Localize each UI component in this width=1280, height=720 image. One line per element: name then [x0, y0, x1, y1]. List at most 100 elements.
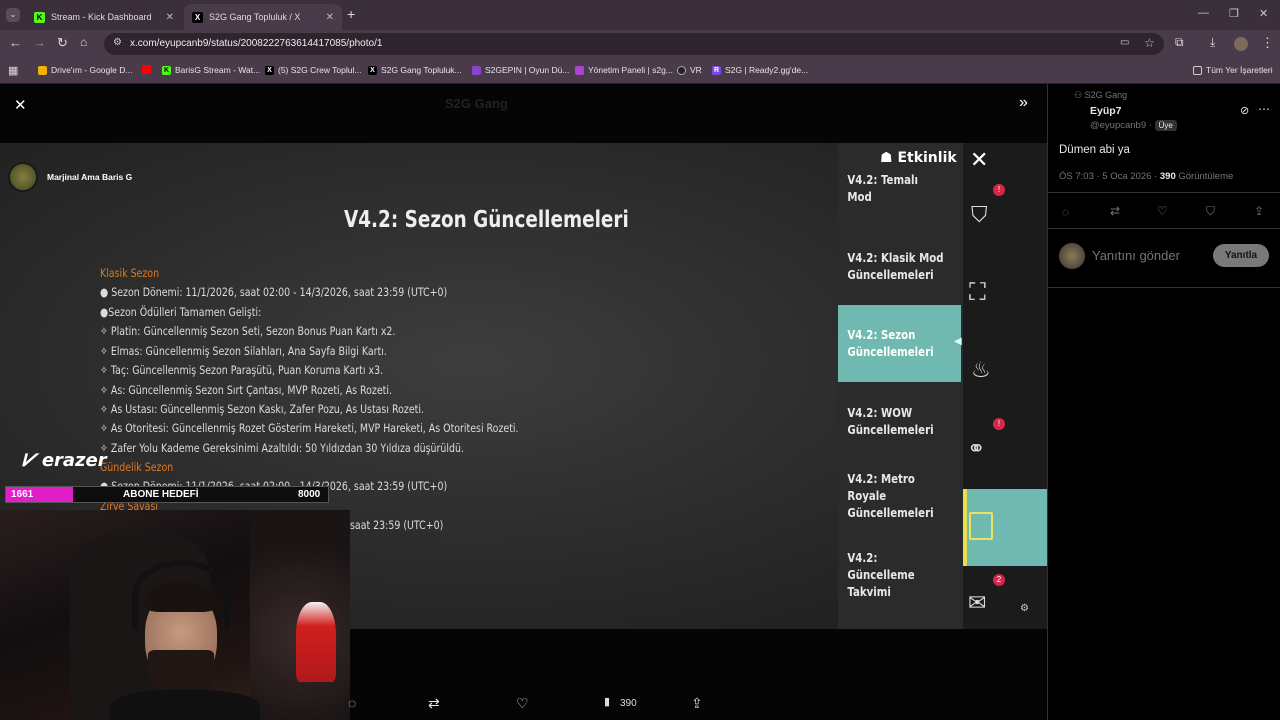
viewer-avatar: [1059, 243, 1085, 269]
home-icon[interactable]: ⌂: [80, 35, 87, 49]
streamer-beard: [148, 650, 214, 695]
post-detail-pane: ⚇ S2G Gang Eyüp7 @eyupcanb9 · Üye ⊘ ⋯ Dü…: [1047, 84, 1280, 720]
bookmark-ready2gg[interactable]: R S2G | Ready2.gg'de...: [712, 65, 808, 75]
section-classic-season: Klasik Sezon: [100, 266, 160, 280]
site-info-icon[interactable]: ⚙: [113, 37, 122, 48]
post-time: ÖS 7:03 · 5 Oca 2026 ·: [1059, 171, 1158, 182]
all-bookmarks[interactable]: Tüm Yer İşaretleri: [1193, 65, 1273, 75]
erazer-mark-icon: ⩗: [22, 444, 36, 472]
event-icon: ☗: [880, 150, 893, 166]
address-bar[interactable]: ⚙ x.com/eyupcanb9/status/200822276361441…: [104, 33, 1164, 55]
reply-button[interactable]: Yanıtla: [1213, 244, 1269, 267]
menu-update-calendar[interactable]: V4.2: Güncelleme Takvimi: [838, 550, 944, 601]
reply-icon[interactable]: ◌: [1062, 205, 1069, 219]
bookmark-drive[interactable]: Drive'ım - Google D...: [38, 65, 132, 75]
more-options-icon[interactable]: ⋯: [1258, 102, 1270, 116]
santa-figure: [296, 602, 336, 682]
active-tab-marker: [963, 489, 967, 566]
reply-icon[interactable]: ◌: [348, 695, 356, 711]
game-line: ✧ Zafer Yolu Kademe Gereksinimi Azaltıld…: [100, 441, 464, 455]
tab-close-icon[interactable]: ✕: [166, 12, 174, 23]
tab-x-community[interactable]: X S2G Gang Topluluk / X ✕: [184, 4, 342, 30]
close-viewer-icon[interactable]: ✕: [14, 96, 27, 114]
bg-header-text: S2G Gang: [445, 96, 508, 111]
mail-icon[interactable]: ✉: [968, 590, 986, 616]
extensions-icon[interactable]: ⧉: [1175, 35, 1184, 50]
kick-icon: K: [162, 65, 171, 75]
retweet-icon[interactable]: ⇄: [428, 695, 440, 712]
tab-search-button[interactable]: ⌄: [6, 8, 20, 22]
share-icon[interactable]: ⇪: [691, 695, 703, 712]
bookmark-s2gepin[interactable]: S2GEPIN | Oyun Dü...: [472, 65, 569, 75]
restore-icon[interactable]: ❐: [1229, 7, 1239, 20]
bookmark-icon[interactable]: ⛉: [1206, 204, 1215, 219]
author-name[interactable]: Eyüp7: [1090, 105, 1122, 117]
settings-gear-icon[interactable]: ⚙: [1020, 603, 1029, 614]
gift-icon[interactable]: ⛶: [969, 279, 986, 307]
goal-current: 1661: [11, 489, 34, 500]
share-icon[interactable]: ⇪: [1254, 204, 1264, 218]
erazer-logo: ⩗ erazer: [22, 444, 107, 472]
game-line: ✧ As Ustası: Güncellenmiş Sezon Kaskı, Z…: [100, 402, 424, 416]
bookmark-star-icon[interactable]: ☆: [1144, 36, 1155, 50]
webcam-feed: [0, 510, 350, 720]
tab-close-icon[interactable]: ✕: [326, 12, 334, 23]
expand-panel-icon[interactable]: »: [1019, 94, 1028, 112]
retweet-icon[interactable]: ⇄: [1110, 204, 1120, 218]
streamer-avatar: [8, 162, 38, 192]
event-panel-header: ☗ Etkinlik: [880, 150, 957, 166]
x-logo-icon: X: [192, 11, 203, 23]
browser-tab-strip: ⌄ K Stream - Kick Dashboard ✕ X S2G Gang…: [0, 0, 1280, 30]
grok-icon[interactable]: ⊘: [1240, 104, 1249, 117]
game-line: ✧ Taç: Güncellenmiş Sezon Paraşütü, Puan…: [100, 363, 384, 377]
download-icon[interactable]: ⤓: [1210, 35, 1215, 50]
bookmark-s2g-gang[interactable]: X S2G Gang Topluluk...: [368, 65, 462, 75]
handshake-icon[interactable]: ⚭: [967, 436, 985, 462]
back-icon[interactable]: ←: [9, 35, 22, 50]
game-line: saat 23:59 (UTC+0): [350, 518, 444, 532]
panel-icon: [575, 65, 584, 75]
flame-icon[interactable]: ♨: [971, 357, 991, 383]
menu-icon[interactable]: ⋮: [1261, 35, 1274, 51]
menu-classic-mode-updates[interactable]: V4.2: Klasik Mod Güncellemeleri: [838, 250, 944, 284]
menu-season-updates[interactable]: V4.2: Sezon Güncellemeleri: [838, 327, 944, 361]
streamer-name: Marjinal Ama Baris G: [47, 172, 133, 182]
bookmark-ribbon-icon[interactable]: ⛉: [971, 202, 988, 228]
bookmark-youtube[interactable]: [142, 65, 155, 74]
x-logo-icon: X: [368, 65, 377, 75]
notes-icon[interactable]: [969, 512, 993, 540]
bookmark-barisg[interactable]: K BarisG Stream - Wat...: [162, 65, 260, 75]
like-icon[interactable]: ♡: [1157, 204, 1168, 218]
youtube-icon: [142, 65, 151, 74]
new-tab-button[interactable]: +: [347, 6, 355, 22]
profile-avatar[interactable]: [1234, 37, 1248, 51]
views-icon[interactable]: ▮: [604, 695, 610, 708]
game-update-title: V4.2: Sezon Güncellemeleri: [344, 207, 629, 233]
streamer-body: [110, 690, 260, 720]
reply-input[interactable]: Yanıtını gönder: [1092, 248, 1180, 263]
bookmark-s2g-crew[interactable]: X (5) S2G Crew Toplul...: [265, 65, 361, 75]
event-panel-title: Etkinlik: [897, 150, 957, 166]
author-handle: @eyupcanb9 · Üye: [1090, 120, 1177, 131]
forward-icon[interactable]: →: [33, 35, 46, 50]
bookmark-yonetim[interactable]: Yönetim Paneli | s2g...: [575, 65, 673, 75]
apps-icon[interactable]: ▦: [8, 64, 18, 77]
menu-metro-royale-updates[interactable]: V4.2: Metro Royale Güncellemeleri: [838, 471, 944, 522]
like-icon[interactable]: ♡: [516, 695, 529, 712]
install-app-icon[interactable]: ▭: [1120, 37, 1129, 48]
tab-title: S2G Gang Topluluk / X: [209, 12, 301, 22]
bookmarks-bar: ▦ Drive'ım - Google D... K BarisG Stream …: [0, 58, 1280, 84]
menu-theme-mode-updates[interactable]: V4.2: Temalı Mod Güncellemeleri: [838, 172, 944, 206]
bookmark-vr[interactable]: VR: [677, 65, 702, 75]
menu-wow-updates[interactable]: V4.2: WOW Güncellemeleri: [838, 405, 944, 439]
s2gepin-icon: [472, 65, 481, 75]
close-window-icon[interactable]: ✕: [1259, 7, 1268, 20]
game-close-icon[interactable]: ✕: [970, 147, 988, 173]
tab-kick-dashboard[interactable]: K Stream - Kick Dashboard ✕: [26, 4, 182, 30]
community-icon: ⚇: [1074, 90, 1083, 100]
reload-icon[interactable]: ↻: [57, 35, 68, 51]
minimize-icon[interactable]: —: [1198, 7, 1209, 19]
game-line: ●Sezon Ödülleri Tamamen Gelişti:: [100, 305, 262, 319]
erazer-wordmark: erazer: [41, 450, 107, 471]
reply-divider: [1048, 287, 1280, 288]
